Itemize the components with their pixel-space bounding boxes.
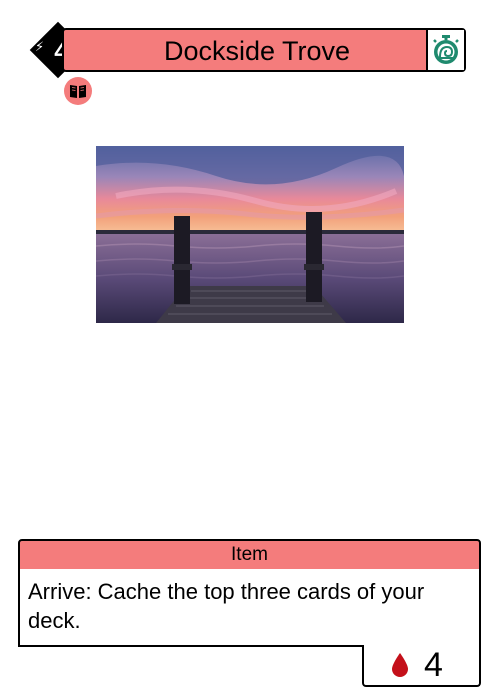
lightning-icon: ⚡ — [35, 39, 45, 54]
card-type: Item — [18, 539, 481, 571]
speed-indicator — [426, 30, 464, 70]
card-art — [96, 146, 404, 323]
rules-text: Arrive: Cache the top three cards of you… — [18, 569, 481, 647]
blood-value: 4 — [424, 646, 443, 684]
blood-value-box: 4 — [362, 645, 481, 687]
book-icon — [70, 85, 86, 98]
card-title: Dockside Trove — [163, 36, 351, 66]
set-badge — [64, 77, 92, 105]
blood-drop-icon — [392, 653, 408, 677]
snail-timer-icon — [433, 35, 459, 64]
card: { "card": { "name": "Dockside Trove", "c… — [0, 0, 500, 700]
title-bar: Dockside Trove — [62, 28, 466, 72]
dock-sunset-illustration — [96, 146, 404, 323]
